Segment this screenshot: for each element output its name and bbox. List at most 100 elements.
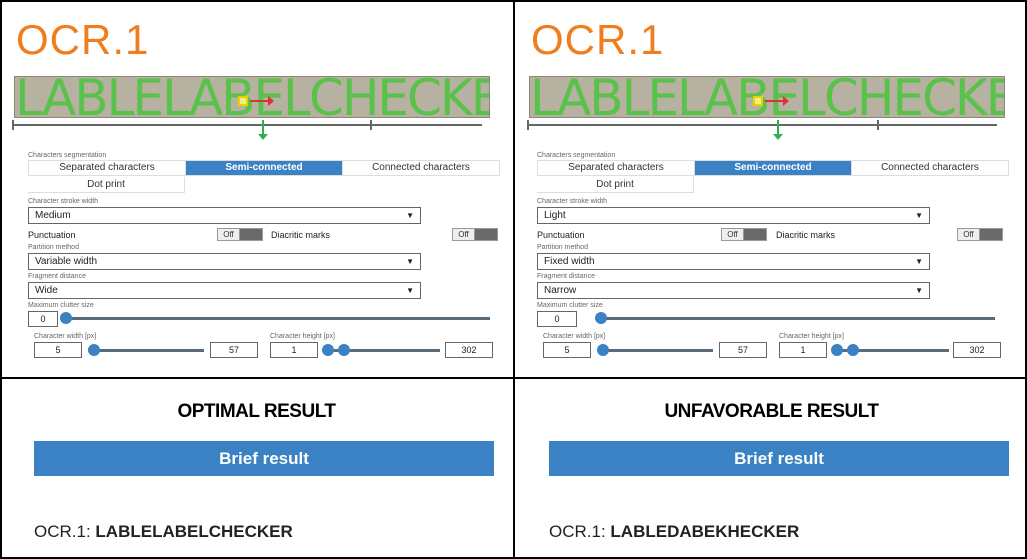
direction-arrow-icon	[250, 96, 274, 106]
dropdown-arrow-icon: ▼	[915, 257, 923, 266]
punctuation-toggle[interactable]: Off	[217, 228, 263, 241]
char-width-min-input[interactable]: 5	[34, 342, 82, 358]
down-arrow-icon[interactable]	[258, 120, 268, 140]
brief-result-header: Brief result	[34, 441, 494, 476]
diacritic-toggle-state: Off	[453, 229, 475, 240]
clutter-input[interactable]: 0	[28, 311, 58, 327]
result-panel-optimal: OPTIMAL RESULT Brief result OCR.1: LABLE…	[2, 379, 511, 557]
char-height-label: Character height [px]	[270, 333, 335, 340]
strip-tick-right	[877, 120, 879, 130]
stroke-width-value: Light	[544, 210, 566, 221]
result-panel-unfavorable: UNFAVORABLE RESULT Brief result OCR.1: L…	[517, 379, 1026, 557]
segment-separated[interactable]: Separated characters	[29, 161, 186, 175]
fragment-value: Narrow	[544, 285, 577, 296]
partition-value: Variable width	[35, 256, 98, 267]
roi-handle-icon[interactable]	[238, 96, 248, 106]
strip-text: LABLELABELCHECKER	[15, 76, 490, 118]
segment-connected[interactable]: Connected characters	[343, 161, 499, 175]
stroke-width-value: Medium	[35, 210, 71, 221]
segment-semi-connected[interactable]: Semi-connected	[695, 161, 852, 175]
segment-semi-connected[interactable]: Semi-connected	[186, 161, 343, 175]
dropdown-arrow-icon: ▼	[406, 211, 414, 220]
punctuation-label: Punctuation	[28, 230, 76, 240]
partition-value: Fixed width	[544, 256, 595, 267]
direction-arrow-icon	[765, 96, 789, 106]
clutter-slider-knob[interactable]	[595, 312, 607, 324]
diacritic-label: Diacritic marks	[776, 230, 836, 240]
fragment-label: Fragment distance	[537, 273, 595, 280]
char-width-slider-knob[interactable]	[88, 344, 100, 356]
punctuation-label: Punctuation	[537, 230, 585, 240]
partition-label: Partition method	[28, 244, 79, 251]
char-width-slider-knob[interactable]	[597, 344, 609, 356]
dropdown-arrow-icon: ▼	[406, 257, 414, 266]
partition-label: Partition method	[537, 244, 588, 251]
image-strip[interactable]: LABLELABELCHECKER	[529, 76, 1005, 118]
dropdown-arrow-icon: ▼	[406, 286, 414, 295]
stroke-width-select[interactable]: Medium ▼	[28, 207, 421, 224]
strip-tick-left	[527, 120, 529, 130]
ocr-result-value: LABLELABELCHECKER	[95, 522, 293, 541]
image-strip[interactable]: LABLELABELCHECKER	[14, 76, 490, 118]
down-arrow-icon[interactable]	[773, 120, 783, 140]
ocr-title: OCR.1	[16, 16, 150, 63]
stroke-width-select[interactable]: Light ▼	[537, 207, 930, 224]
punctuation-toggle-state: Off	[218, 229, 240, 240]
char-width-max-input[interactable]: 57	[719, 342, 767, 358]
ocr-result-line: OCR.1: LABLEDABEKHECKER	[549, 522, 799, 542]
ocr-result-value: LABLEDABEKHECKER	[610, 522, 800, 541]
strip-tick-left	[12, 120, 14, 130]
clutter-slider-knob[interactable]	[60, 312, 72, 324]
partition-select[interactable]: Variable width ▼	[28, 253, 421, 270]
char-height-max-input[interactable]: 302	[953, 342, 1001, 358]
diacritic-toggle-state: Off	[958, 229, 980, 240]
clutter-slider-track[interactable]	[599, 317, 995, 320]
char-width-max-input[interactable]: 57	[210, 342, 258, 358]
char-width-slider-track[interactable]	[601, 349, 713, 352]
strip-tick-right	[370, 120, 372, 130]
char-width-slider-track[interactable]	[92, 349, 204, 352]
ocr-result-line: OCR.1: LABLELABELCHECKER	[34, 522, 293, 542]
segmentation-label: Characters segmentation	[537, 152, 616, 159]
diacritic-label: Diacritic marks	[271, 230, 331, 240]
segment-dot-print[interactable]: Dot print	[537, 177, 694, 193]
segmentation-tabs: Separated characters Semi-connected Conn…	[28, 160, 500, 176]
config-panel-optimal: OCR.1 LABLELABELCHECKER Characters segme…	[2, 2, 511, 377]
ocr-result-prefix: OCR.1:	[34, 522, 96, 541]
segment-connected[interactable]: Connected characters	[852, 161, 1008, 175]
char-height-min-input[interactable]: 1	[270, 342, 318, 358]
char-height-slider-knob-max[interactable]	[847, 344, 859, 356]
stroke-width-label: Character stroke width	[537, 198, 608, 205]
roi-handle-icon[interactable]	[753, 96, 763, 106]
segmentation-tabs: Separated characters Semi-connected Conn…	[537, 160, 1009, 176]
char-height-slider-knob-max[interactable]	[338, 344, 350, 356]
strip-baseline	[527, 124, 997, 126]
char-height-label: Character height [px]	[779, 333, 844, 340]
fragment-label: Fragment distance	[28, 273, 86, 280]
fragment-select[interactable]: Narrow ▼	[537, 282, 930, 299]
segment-dot-print[interactable]: Dot print	[28, 177, 185, 193]
result-heading: UNFAVORABLE RESULT	[664, 401, 879, 422]
char-width-min-input[interactable]: 5	[543, 342, 591, 358]
partition-select[interactable]: Fixed width ▼	[537, 253, 930, 270]
char-height-max-input[interactable]: 302	[445, 342, 493, 358]
dropdown-arrow-icon: ▼	[915, 286, 923, 295]
clutter-label: Maximum clutter size	[537, 302, 603, 309]
ocr-title: OCR.1	[531, 16, 665, 63]
dropdown-arrow-icon: ▼	[915, 211, 923, 220]
strip-text: LABLELABELCHECKER	[530, 76, 1005, 118]
brief-result-header: Brief result	[549, 441, 1009, 476]
clutter-slider-track[interactable]	[64, 317, 490, 320]
diacritic-toggle[interactable]: Off	[452, 228, 498, 241]
fragment-value: Wide	[35, 285, 58, 296]
diacritic-toggle[interactable]: Off	[957, 228, 1003, 241]
char-height-min-input[interactable]: 1	[779, 342, 827, 358]
punctuation-toggle[interactable]: Off	[721, 228, 767, 241]
clutter-input[interactable]: 0	[537, 311, 577, 327]
fragment-select[interactable]: Wide ▼	[28, 282, 421, 299]
segmentation-label: Characters segmentation	[28, 152, 107, 159]
segment-separated[interactable]: Separated characters	[538, 161, 695, 175]
char-height-slider-knob-min[interactable]	[831, 344, 843, 356]
char-height-slider-knob-min[interactable]	[322, 344, 334, 356]
clutter-label: Maximum clutter size	[28, 302, 94, 309]
